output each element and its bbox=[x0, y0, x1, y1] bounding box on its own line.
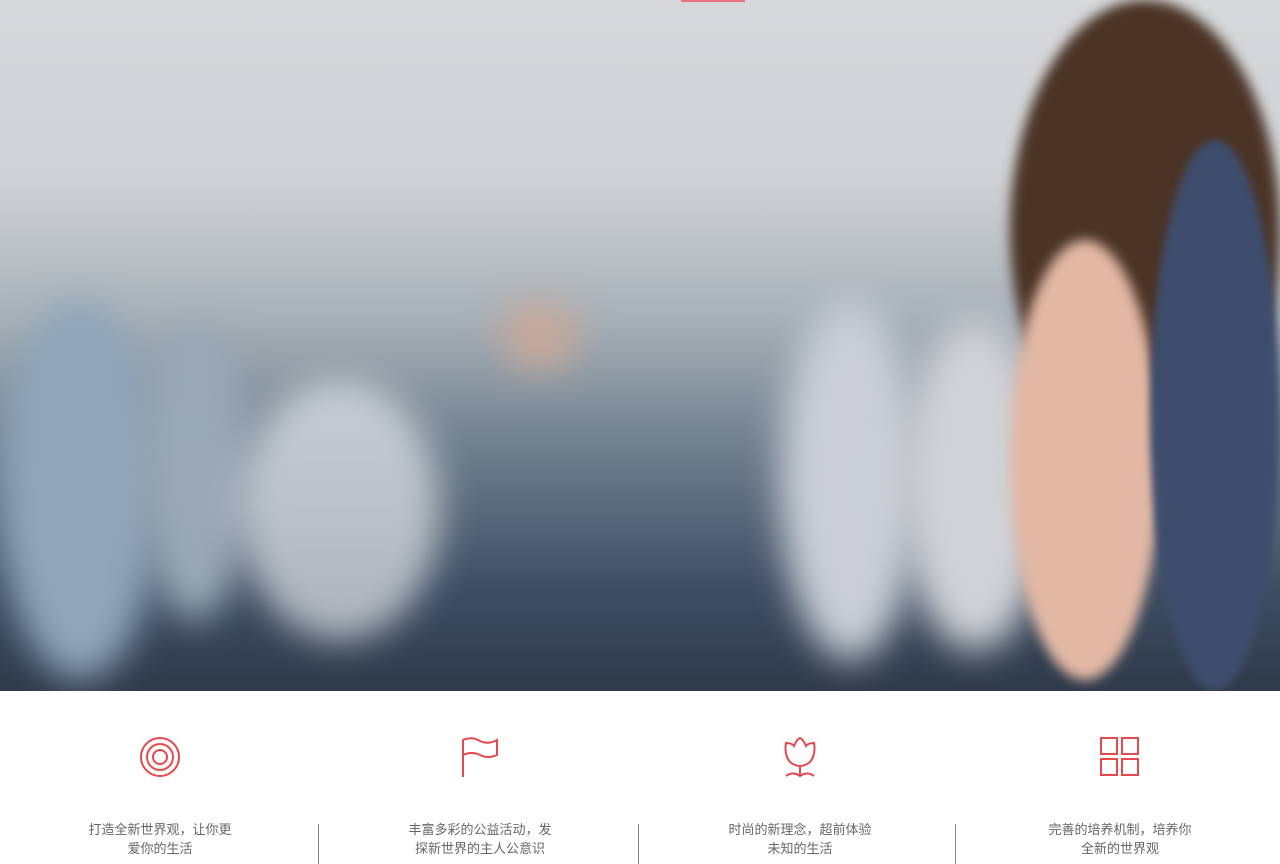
feature-item: 打造全新世界观，让你更 爱你的生活 bbox=[0, 691, 320, 857]
flag-icon bbox=[462, 737, 498, 777]
feature-text: 全新的世界观 bbox=[1080, 842, 1159, 857]
feature-item: 完善的培养机制，培养你 全新的世界观 bbox=[955, 691, 1280, 864]
feature-text: 爱你的生活 bbox=[127, 842, 193, 857]
target-icon bbox=[140, 737, 180, 777]
feature-text: 丰富多彩的公益活动，发 bbox=[408, 823, 552, 838]
divider bbox=[638, 824, 639, 864]
tulip-icon bbox=[784, 736, 816, 778]
divider bbox=[318, 824, 319, 864]
feature-text: 探新世界的主人公意识 bbox=[414, 842, 545, 857]
grid-icon bbox=[1100, 737, 1139, 776]
hero-image bbox=[0, 0, 1280, 691]
features-row: 打造全新世界观，让你更 爱你的生活 丰富多彩的公益活动，发 探新世界的主人公意识 时… bbox=[0, 691, 1280, 864]
feature-item: 丰富多彩的公益活动，发 探新世界的主人公意识 bbox=[318, 691, 640, 864]
feature-text: 未知的生活 bbox=[767, 842, 833, 857]
feature-text: 时尚的新理念，超前体验 bbox=[728, 823, 872, 838]
feature-text: 完善的培养机制，培养你 bbox=[1048, 823, 1192, 838]
divider bbox=[955, 824, 956, 864]
active-indicator bbox=[681, 0, 745, 2]
feature-text: 打造全新世界观，让你更 bbox=[88, 823, 232, 838]
feature-item: 时尚的新理念，超前体验 未知的生活 bbox=[638, 691, 960, 864]
